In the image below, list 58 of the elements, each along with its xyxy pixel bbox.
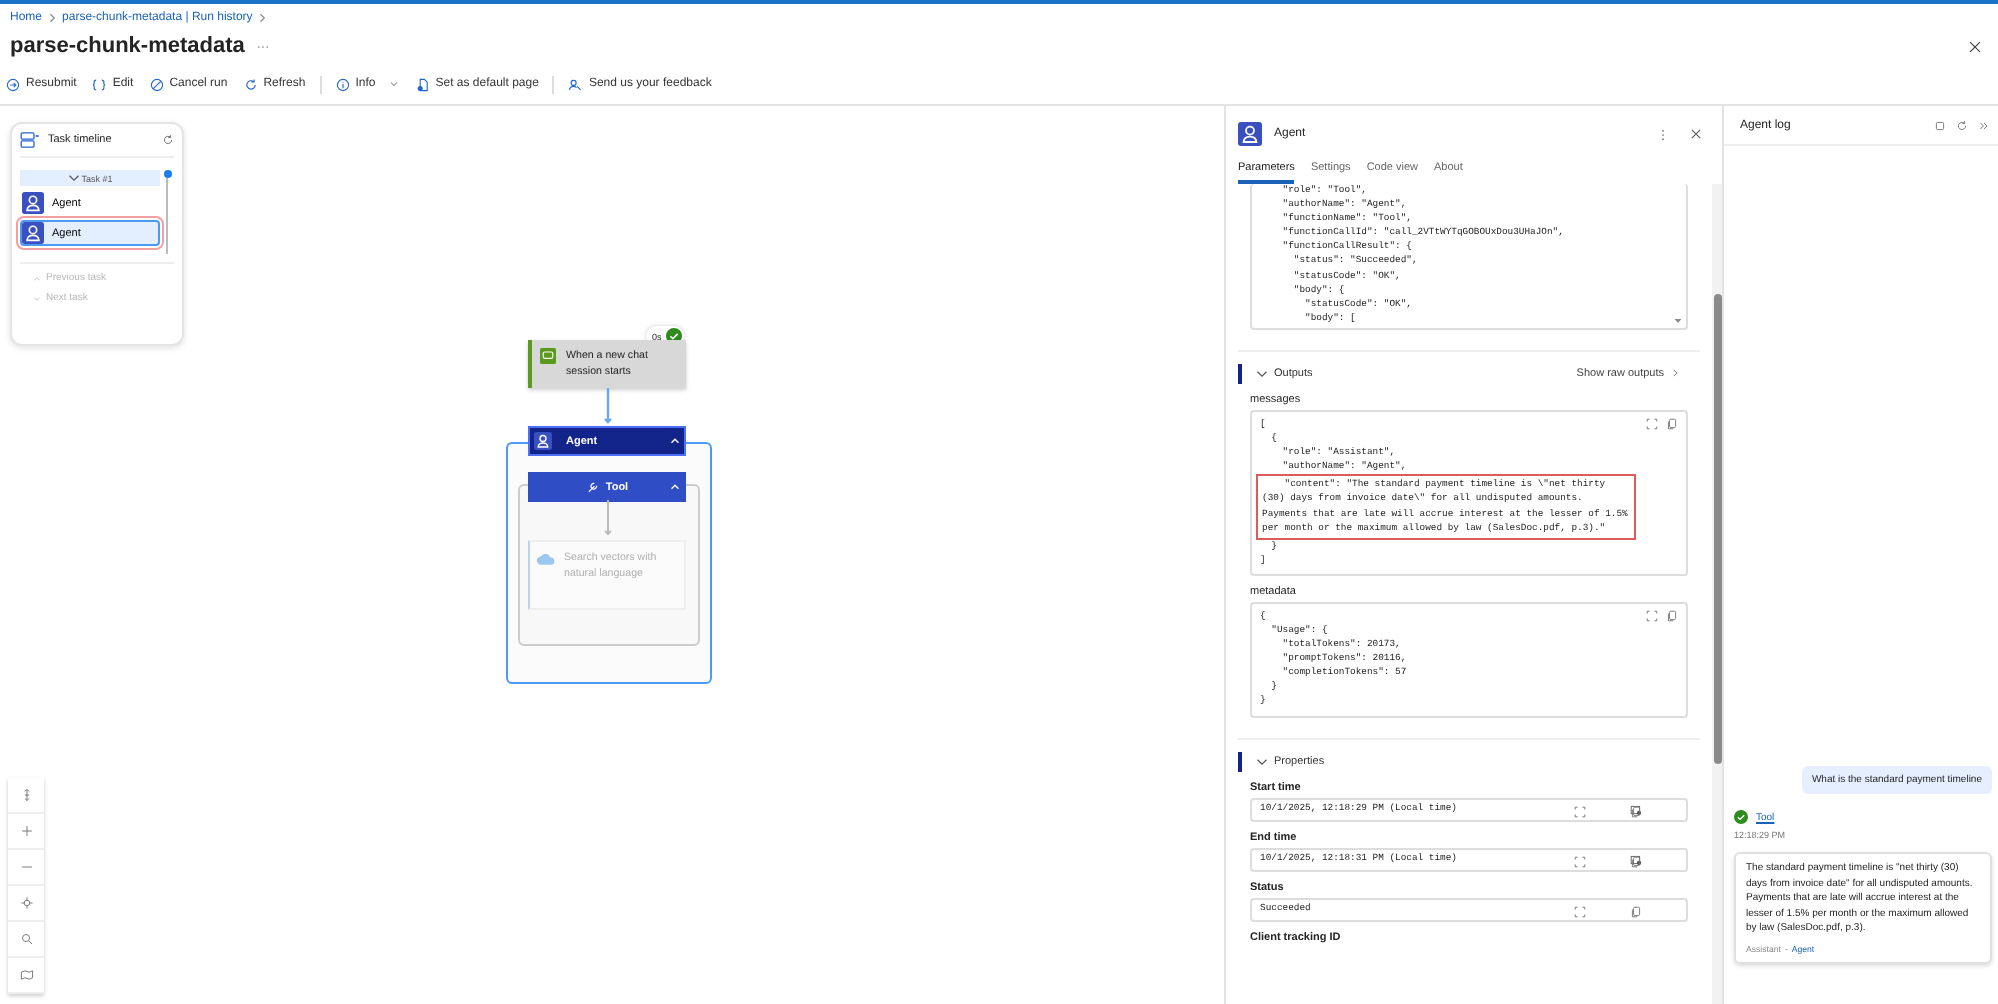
copy-icon[interactable] <box>1666 417 1678 430</box>
expand-icon[interactable] <box>1646 417 1658 430</box>
zoom-in-button[interactable] <box>8 814 44 850</box>
expand-icon[interactable] <box>1574 855 1586 868</box>
copy-icon[interactable] <box>1630 905 1642 918</box>
scroll-down-icon[interactable] <box>1674 317 1682 324</box>
person-icon <box>534 432 552 450</box>
chevron-up-icon <box>32 273 42 283</box>
chevron-up-icon[interactable] <box>668 434 682 448</box>
chat-icon <box>540 348 556 364</box>
search-button[interactable] <box>8 922 44 958</box>
expand-icon[interactable] <box>1646 609 1658 622</box>
refresh-icon[interactable] <box>162 134 174 146</box>
search-icon <box>19 932 33 946</box>
document-icon <box>415 77 430 91</box>
copy-icon[interactable] <box>1666 609 1678 622</box>
person-icon <box>1238 122 1262 146</box>
caret-icon <box>387 78 400 90</box>
fit-view-button[interactable] <box>8 778 44 814</box>
map-icon <box>19 968 33 982</box>
connector-arrow <box>602 500 614 538</box>
timeline-dot <box>163 170 171 178</box>
feedback-icon <box>568 77 583 91</box>
chevron-right-icon <box>1670 368 1680 379</box>
page-title: parse-chunk-metadata <box>10 34 245 58</box>
chevron-down-icon <box>1256 367 1268 380</box>
chevron-down-icon <box>32 293 42 303</box>
wrench-icon <box>585 480 600 494</box>
chevron-right-icon <box>46 12 59 24</box>
connector-arrow <box>602 388 614 426</box>
scrollbar-thumb[interactable] <box>1713 294 1721 764</box>
info-icon <box>335 77 350 91</box>
plus-icon <box>19 824 33 838</box>
chevron-right-icon <box>256 12 269 24</box>
timeline-icon <box>20 132 40 148</box>
expand-icon[interactable] <box>1574 905 1586 918</box>
expand-icon[interactable] <box>1574 805 1586 818</box>
chevron-down-icon <box>67 172 80 184</box>
success-icon <box>1734 810 1748 825</box>
chevron-up-icon[interactable] <box>668 480 682 494</box>
chevron-down-icon <box>1256 755 1268 768</box>
refresh-icon <box>243 77 258 91</box>
minimap-button[interactable] <box>8 958 44 994</box>
square-icon[interactable] <box>1934 120 1946 132</box>
minus-icon <box>19 860 33 874</box>
person-icon <box>22 192 44 214</box>
center-button[interactable] <box>8 886 44 922</box>
braces-icon <box>92 77 107 91</box>
close-icon[interactable] <box>1690 128 1702 140</box>
collapse-icon[interactable] <box>1978 120 1990 132</box>
person-icon <box>22 222 44 244</box>
crosshair-icon <box>19 896 33 910</box>
arrow-circle-icon <box>6 77 20 91</box>
cloud-icon <box>536 552 556 566</box>
close-icon[interactable] <box>1968 39 1982 53</box>
cancel-icon <box>149 77 164 91</box>
arrows-icon <box>19 788 33 802</box>
refresh-icon[interactable] <box>1956 120 1968 132</box>
